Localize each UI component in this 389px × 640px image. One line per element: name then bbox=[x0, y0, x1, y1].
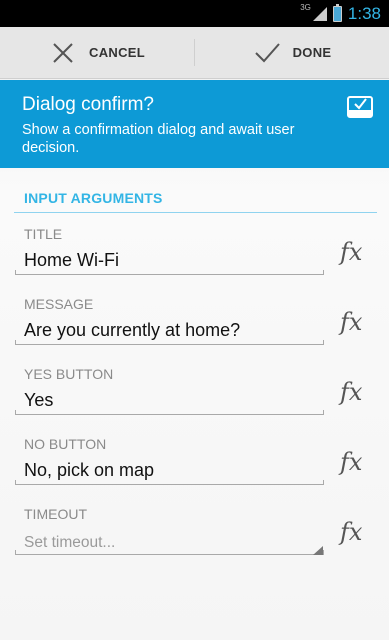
close-icon bbox=[53, 42, 73, 63]
cancel-button[interactable]: CANCEL bbox=[0, 27, 194, 78]
yes-button-label: YES BUTTON bbox=[24, 366, 114, 382]
timeout-spinner[interactable]: Set timeout... bbox=[24, 534, 115, 552]
no-button-input[interactable]: No, pick on map bbox=[24, 460, 154, 481]
timeout-label: TIMEOUT bbox=[24, 506, 87, 522]
title-underline bbox=[15, 270, 324, 275]
header-subtitle: Show a confirmation dialog and await use… bbox=[22, 122, 295, 156]
message-input[interactable]: Are you currently at home? bbox=[24, 320, 240, 341]
yes-button-underline bbox=[15, 410, 324, 415]
dialog-checkbox-icon bbox=[347, 96, 373, 118]
section-title: INPUT ARGUMENTS bbox=[24, 190, 163, 206]
network-type: 3G bbox=[300, 3, 311, 12]
message-field: MESSAGE Are you currently at home? fx bbox=[0, 296, 389, 366]
no-button-field: NO BUTTON No, pick on map fx bbox=[0, 436, 389, 506]
signal-icon bbox=[312, 6, 327, 21]
fx-icon[interactable]: fx bbox=[340, 448, 368, 476]
done-button[interactable]: DONE bbox=[195, 27, 389, 78]
no-button-label: NO BUTTON bbox=[24, 436, 107, 452]
cancel-label: CANCEL bbox=[89, 45, 145, 60]
message-label: MESSAGE bbox=[24, 296, 94, 312]
message-underline bbox=[15, 340, 324, 345]
dropdown-arrow-icon bbox=[313, 546, 323, 555]
action-bar: CANCEL DONE bbox=[0, 27, 389, 79]
header-title: Dialog confirm? bbox=[22, 94, 154, 115]
status-bar: 3G 1:38 bbox=[0, 0, 389, 27]
check-icon bbox=[254, 42, 280, 62]
action-header: Dialog confirm? Show a confirmation dial… bbox=[0, 80, 389, 168]
fx-icon[interactable]: fx bbox=[340, 518, 368, 546]
timeout-field: TIMEOUT Set timeout... fx bbox=[0, 506, 389, 576]
title-label: TITLE bbox=[24, 226, 63, 242]
battery-icon bbox=[332, 3, 342, 22]
fx-icon[interactable]: fx bbox=[340, 238, 368, 266]
no-button-underline bbox=[15, 480, 324, 485]
fx-icon[interactable]: fx bbox=[340, 378, 368, 406]
yes-button-input[interactable]: Yes bbox=[24, 390, 53, 411]
fx-icon[interactable]: fx bbox=[340, 308, 368, 336]
done-label: DONE bbox=[292, 45, 332, 60]
section-divider bbox=[14, 212, 377, 213]
yes-button-field: YES BUTTON Yes fx bbox=[0, 366, 389, 436]
timeout-underline bbox=[15, 550, 324, 555]
clock: 1:38 bbox=[347, 3, 381, 23]
title-field: TITLE Home Wi-Fi fx bbox=[0, 226, 389, 296]
title-input[interactable]: Home Wi-Fi bbox=[24, 250, 119, 271]
